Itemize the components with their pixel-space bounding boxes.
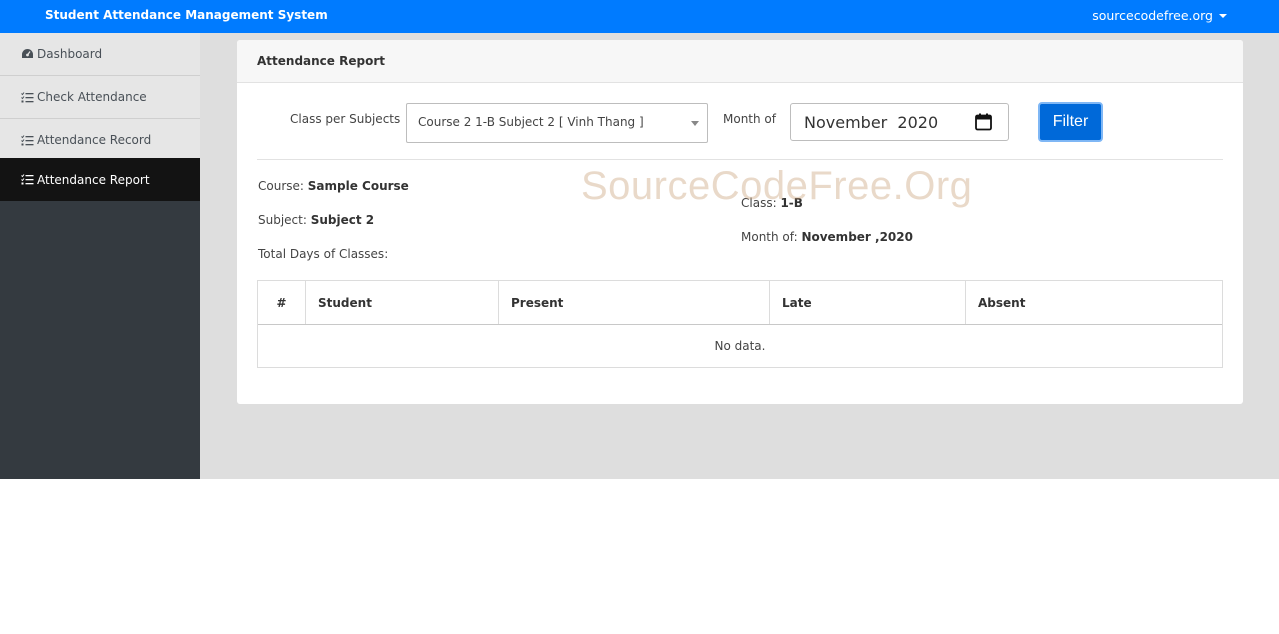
report-card: Attendance Report Class per Subjects Cou… <box>237 40 1243 404</box>
user-menu-label: sourcecodefree.org <box>1092 8 1213 23</box>
course-info: Course: Sample Course <box>258 179 409 193</box>
app-title[interactable]: Student Attendance Management System <box>45 8 328 22</box>
month-info-label: Month of: <box>741 230 798 244</box>
month-info-value: November ,2020 <box>801 230 913 244</box>
class-per-subjects-label: Class per Subjects <box>290 112 401 126</box>
course-value: Sample Course <box>307 179 409 193</box>
sidebar-item-label: Check Attendance <box>37 90 147 104</box>
sidebar-item-check-attendance[interactable]: Check Attendance <box>0 76 200 119</box>
tachometer-icon <box>22 49 33 58</box>
month-input[interactable]: November 2020 <box>790 103 1009 141</box>
total-days-info: Total Days of Classes: <box>258 247 388 261</box>
column-header-number: # <box>258 281 306 324</box>
watermark: SourceCodeFree.Org <box>581 164 973 208</box>
calendar-icon[interactable] <box>975 113 992 131</box>
user-menu-dropdown[interactable]: sourcecodefree.org <box>1092 8 1227 23</box>
list-check-icon <box>21 134 34 145</box>
subject-label: Subject: <box>258 213 307 227</box>
list-check-icon <box>21 91 34 102</box>
sidebar-item-label: Attendance Record <box>37 133 152 147</box>
subject-info: Subject: Subject 2 <box>258 213 374 227</box>
class-select-value: Course 2 1-B Subject 2 [ Vinh Thang ] <box>418 115 644 129</box>
course-label: Course: <box>258 179 304 193</box>
month-input-value: November 2020 <box>804 113 939 132</box>
sidebar-item-label: Dashboard <box>37 47 103 61</box>
month-of-label: Month of <box>723 112 776 126</box>
subject-value: Subject 2 <box>310 213 375 227</box>
class-per-subjects-select[interactable]: Course 2 1-B Subject 2 [ Vinh Thang ] <box>406 103 708 143</box>
sidebar: Dashboard Check Attendance Attendance Re… <box>0 33 200 479</box>
column-header-present: Present <box>499 281 770 324</box>
sidebar-item-dashboard[interactable]: Dashboard <box>0 33 200 76</box>
column-header-absent: Absent <box>978 295 1026 310</box>
card-title: Attendance Report <box>237 40 1243 83</box>
total-days-label: Total Days of Classes: <box>258 247 389 261</box>
chevron-down-icon <box>691 121 699 126</box>
sidebar-item-label: Attendance Report <box>37 172 150 187</box>
top-navbar: Student Attendance Management System sou… <box>0 0 1279 33</box>
caret-down-icon <box>1219 13 1227 18</box>
filter-button[interactable]: Filter <box>1038 102 1103 142</box>
main-content: Attendance Report Class per Subjects Cou… <box>200 33 1279 479</box>
divider <box>257 159 1223 160</box>
sidebar-item-attendance-report[interactable]: Attendance Report <box>0 158 200 201</box>
sidebar-item-attendance-record[interactable]: Attendance Record <box>0 119 200 162</box>
list-check-icon <box>21 174 34 185</box>
attendance-table: # Student Present Late Absent No data. <box>257 280 1223 368</box>
column-header-student: Student <box>306 281 499 324</box>
month-info: Month of: November ,2020 <box>741 230 913 244</box>
column-header-late: Late <box>770 281 966 324</box>
empty-table-message: No data. <box>714 339 766 353</box>
